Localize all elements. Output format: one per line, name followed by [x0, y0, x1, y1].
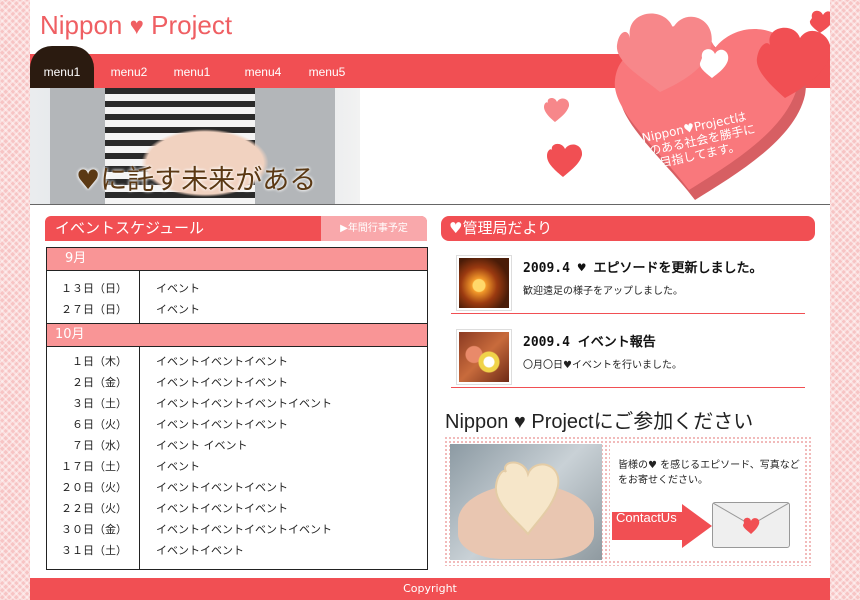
table-row: １３日（日） イベント [47, 278, 427, 299]
heart-medium-float-icon [547, 143, 583, 177]
envelope-heart-icon [713, 503, 789, 534]
logo-word-nippon: Nippon [40, 10, 123, 40]
row-event: イベントイベントイベントイベント [156, 523, 332, 536]
annual-schedule-link[interactable]: ▶年間行事予定 [321, 216, 427, 241]
month-header-september: 9月 [47, 248, 427, 271]
logo-word-project: Project [151, 10, 233, 40]
join-heading: Nippon ♥ Projectにご参加ください [445, 411, 754, 433]
table-row: ７日（水） イベント イベント [47, 435, 427, 456]
table-row: ２２日（火） イベントイベントイベント [47, 498, 427, 519]
row-date: １日（木） [72, 355, 127, 368]
row-date: ２０日（火） [61, 481, 127, 494]
news-title: ♥管理局だより [449, 219, 553, 237]
news-header: ♥管理局だより [441, 216, 815, 241]
row-date: １７日（土） [61, 460, 127, 473]
table-row: ３０日（金） イベントイベントイベントイベント [47, 519, 427, 540]
table-row: ２日（金） イベントイベントイベント [47, 372, 427, 393]
news-thumbnail [456, 329, 512, 385]
schedule-header: イベントスケジュール ▶年間行事予定 [45, 216, 427, 241]
row-date: ３日（土） [72, 397, 127, 410]
join-photo-heart-hands [450, 444, 602, 560]
heart-cluster-icon [614, 10, 830, 201]
row-event: イベントイベントイベント [156, 376, 288, 389]
month-label: 9月 [65, 251, 87, 266]
row-date: ２７日（日） [61, 303, 127, 316]
schedule-title: イベントスケジュール [55, 219, 204, 237]
table-row: １日（木） イベントイベントイベント [47, 351, 427, 372]
news-item-body: 歓迎遠足の様子をアップしました。 [523, 286, 683, 297]
row-event: イベントイベントイベントイベント [156, 397, 332, 410]
table-row: ２０日（火） イベントイベントイベント [47, 477, 427, 498]
nav-item-menu4[interactable]: menu4 [230, 54, 296, 88]
nav-item-menu5[interactable]: menu5 [296, 54, 358, 88]
table-row: ３１日（土） イベントイベント [47, 540, 427, 561]
month-label: 10月 [55, 327, 85, 342]
join-panel: 皆様の♥ を感じるエピソード、写真などをお寄せください。 ContactUs [444, 436, 812, 566]
footer: Copyright [30, 578, 830, 600]
row-date: １３日（日） [61, 282, 127, 295]
row-date: ２２日（火） [61, 502, 127, 515]
row-event: イベントイベント [156, 544, 244, 557]
row-event: イベント [156, 303, 200, 316]
nav-item-menu2[interactable]: menu2 [94, 54, 164, 88]
table-row: ３日（土） イベントイベントイベントイベント [47, 393, 427, 414]
row-event: イベント イベント [156, 439, 248, 452]
row-event: イベント [156, 282, 200, 295]
heart-small-float-icon [544, 97, 570, 122]
row-date: ６日（火） [72, 418, 127, 431]
join-description: 皆様の♥ を感じるエピソード、写真などをお寄せください。 [618, 460, 800, 486]
news-item-title[interactable]: 2009.4 ♥ エピソードを更新しました。 [523, 257, 762, 276]
news-item[interactable]: 2009.4 ♥ エピソードを更新しました。 歓迎遠足の様子をアップしました。 [451, 251, 805, 314]
heart-tiny-top-right-icon [809, 10, 830, 33]
contact-us-button[interactable]: ContactUs [612, 504, 712, 548]
table-row: ６日（火） イベントイベントイベント [47, 414, 427, 435]
row-event: イベント [156, 460, 200, 473]
nav-item-menu1-second[interactable]: menu1 [164, 54, 220, 88]
news-item-body: 〇月〇日♥イベントを行いました。 [523, 360, 682, 371]
soap-heart-icon [494, 461, 560, 536]
join-content: 皆様の♥ を感じるエピソード、写真などをお寄せください。 ContactUs [610, 444, 805, 560]
schedule-table: 9月 １３日（日） イベント ２７日（日） イベント 10月 １日（木） イベント… [46, 247, 428, 570]
news-thumbnail [456, 255, 512, 311]
news-item[interactable]: 2009.4 イベント報告 〇月〇日♥イベントを行いました。 [451, 325, 805, 388]
table-row: ２７日（日） イベント [47, 299, 427, 320]
row-event: イベントイベントイベント [156, 481, 288, 494]
row-date: ３１日（土） [61, 544, 127, 557]
row-date: ３０日（金） [61, 523, 127, 536]
news-item-title[interactable]: 2009.4 イベント報告 [523, 331, 656, 350]
row-event: イベントイベントイベント [156, 355, 288, 368]
row-event: イベントイベントイベント [156, 418, 288, 431]
row-date: ７日（水） [72, 439, 127, 452]
site-logo[interactable]: Nippon ♥ Project [40, 10, 232, 41]
row-date: ２日（金） [72, 376, 127, 389]
contact-us-label: ContactUs [616, 510, 677, 525]
logo-heart-icon: ♥ [129, 13, 144, 40]
hero-tagline: ♥に託す未来がある [76, 165, 317, 196]
table-row: １７日（土） イベント [47, 456, 427, 477]
envelope-icon[interactable] [712, 502, 790, 548]
page: Nippon ♥ Project menu1 menu2 menu1 menu4… [30, 0, 830, 600]
row-event: イベントイベントイベント [156, 502, 288, 515]
copyright-text: Copyright [403, 582, 457, 595]
nav-item-menu1[interactable]: menu1 [30, 46, 94, 88]
month-header-october: 10月 [47, 323, 427, 347]
